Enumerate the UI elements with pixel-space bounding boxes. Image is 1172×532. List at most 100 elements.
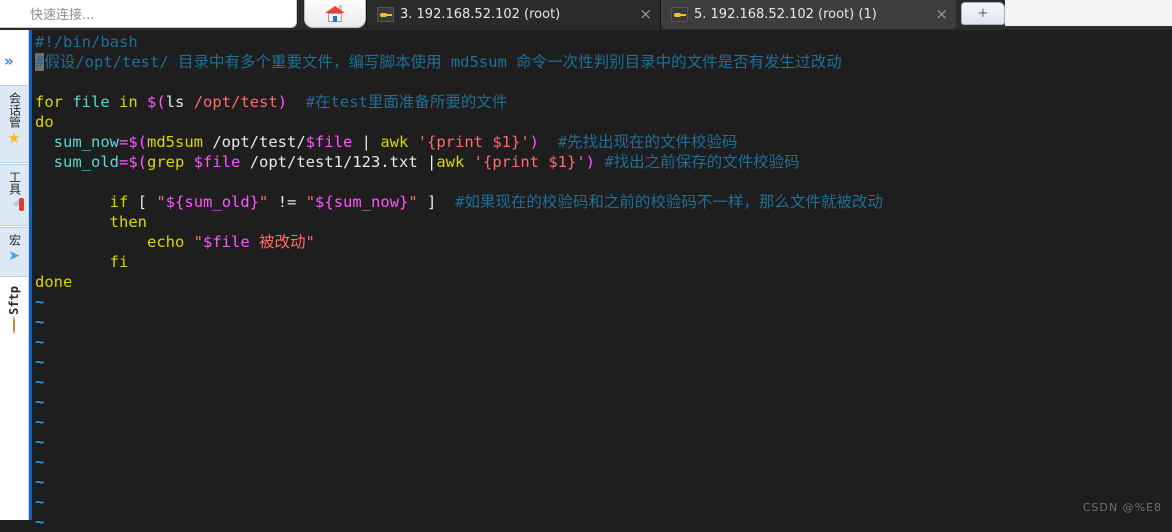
code-token: /opt/test/ — [203, 133, 306, 151]
plus-icon: + — [977, 6, 989, 21]
tab-session-5[interactable]: 5. 192.168.52.102 (root) (1) × — [661, 0, 956, 29]
active-pane-indicator — [29, 30, 32, 520]
code-token: ) — [277, 93, 288, 111]
code-token: " — [305, 193, 316, 211]
tab-close-icon[interactable]: × — [925, 7, 948, 22]
quick-connect-bar — [0, 0, 297, 28]
code-token: ~ — [35, 393, 45, 411]
code-token: ${sum_old} — [165, 193, 260, 211]
terminal-empty-line: ~ — [35, 512, 1170, 532]
sidebar-item-sessions[interactable]: 会话管 ★ — [0, 85, 28, 163]
code-token: sum_old — [53, 153, 119, 171]
tab-close-icon[interactable]: × — [629, 7, 652, 22]
code-token: ${sum_now} — [315, 193, 409, 211]
sidebar-item-label: 宏 — [7, 234, 22, 246]
code-token: $( — [128, 153, 148, 171]
paper-plane-icon: ➤ — [8, 248, 20, 264]
code-token: ~ — [35, 313, 45, 331]
code-token: ~ — [35, 493, 45, 511]
code-token: /opt/test1/123.txt | — [240, 153, 437, 171]
code-token: $( — [128, 133, 148, 151]
new-tab-button[interactable]: + — [961, 2, 1005, 25]
terminal-empty-line: ~ — [35, 472, 1170, 492]
code-token: ~ — [35, 333, 45, 351]
home-tab[interactable] — [304, 0, 366, 28]
sidebar-item-label: Sftp — [6, 286, 21, 315]
code-token: ~ — [35, 433, 45, 451]
code-token: != — [268, 193, 306, 211]
terminal-empty-line: ~ — [35, 292, 1170, 312]
code-token: awk — [436, 153, 465, 171]
code-token: /opt/test — [184, 93, 278, 111]
code-token: 被改动" — [249, 233, 315, 251]
code-token: $( — [147, 93, 166, 111]
code-token: for — [35, 93, 63, 111]
code-token: ) — [585, 153, 595, 171]
code-token: " — [156, 193, 166, 211]
terminal-line: echo "$file 被改动" — [35, 232, 1170, 252]
code-token: " — [193, 233, 203, 251]
code-token: echo — [146, 233, 185, 251]
code-token: ~ — [35, 293, 45, 311]
left-sidebar: » 会话管 ★ 工具 宏 ➤ Sftp — [0, 30, 29, 520]
code-token: 假设/opt/test/ 目录中有多个重要文件，编写脚本使用 md5sum 命令… — [44, 53, 842, 71]
code-token: = — [119, 133, 129, 151]
terminal-line: for file in $(ls /opt/test) #在test里面准备所要… — [35, 92, 1170, 112]
code-token: in — [119, 93, 138, 111]
tab-session-3[interactable]: 3. 192.168.52.102 (root) × — [367, 0, 660, 29]
code-token: grep — [147, 153, 185, 171]
code-token: ~ — [35, 453, 45, 471]
code-token: " — [408, 193, 418, 211]
code-token: ~ — [35, 413, 45, 431]
code-token: '{print $1}' — [473, 153, 586, 171]
sidebar-item-tools[interactable]: 工具 — [0, 164, 28, 226]
terminal-line: sum_old=$(grep $file /opt/test1/123.txt … — [35, 152, 1170, 172]
code-token: ~ — [35, 373, 45, 391]
terminal-empty-line: ~ — [35, 392, 1170, 412]
terminal-line: if [ "${sum_old}" != "${sum_now}" ] #如果现… — [35, 192, 1170, 212]
terminal-line: do — [35, 112, 1170, 132]
code-token: " — [259, 193, 269, 211]
code-token: awk — [380, 133, 409, 151]
code-token: # — [35, 53, 45, 71]
code-token: ) — [529, 133, 540, 151]
terminal-pane[interactable]: #!/bin/bash #假设/opt/test/ 目录中有多个重要文件，编写脚本… — [29, 30, 1172, 531]
quick-connect-input[interactable] — [28, 4, 287, 26]
star-icon: ★ — [7, 129, 21, 147]
code-token: ~ — [35, 353, 45, 371]
terminal-line: sum_now=$(md5sum /opt/test/$file | awk '… — [35, 132, 1170, 152]
code-token: #先找出现在的文件校验码 — [557, 133, 738, 151]
code-token: ] — [417, 193, 437, 211]
securecrt-window: 3. 192.168.52.102 (root) × 5. 192.168.52… — [0, 0, 1172, 531]
globe-icon — [13, 315, 15, 334]
key-icon — [377, 7, 394, 22]
code-token: $file — [305, 133, 353, 151]
sidebar-item-sftp[interactable]: Sftp — [0, 280, 28, 342]
code-token: then — [109, 213, 147, 231]
terminal-empty-line: ~ — [35, 412, 1170, 432]
terminal-empty-line: ~ — [35, 452, 1170, 472]
terminal-line: #假设/opt/test/ 目录中有多个重要文件，编写脚本使用 md5sum 命… — [35, 52, 1170, 72]
code-token: #找出之前保存的文件校验码 — [604, 153, 800, 171]
code-token: ls — [165, 93, 185, 111]
terminal-empty-line: ~ — [35, 332, 1170, 352]
expand-sidebar-icon[interactable]: » — [4, 52, 14, 70]
code-token: md5sum — [147, 133, 204, 151]
sidebar-item-macro[interactable]: 宏 ➤ — [0, 227, 28, 277]
